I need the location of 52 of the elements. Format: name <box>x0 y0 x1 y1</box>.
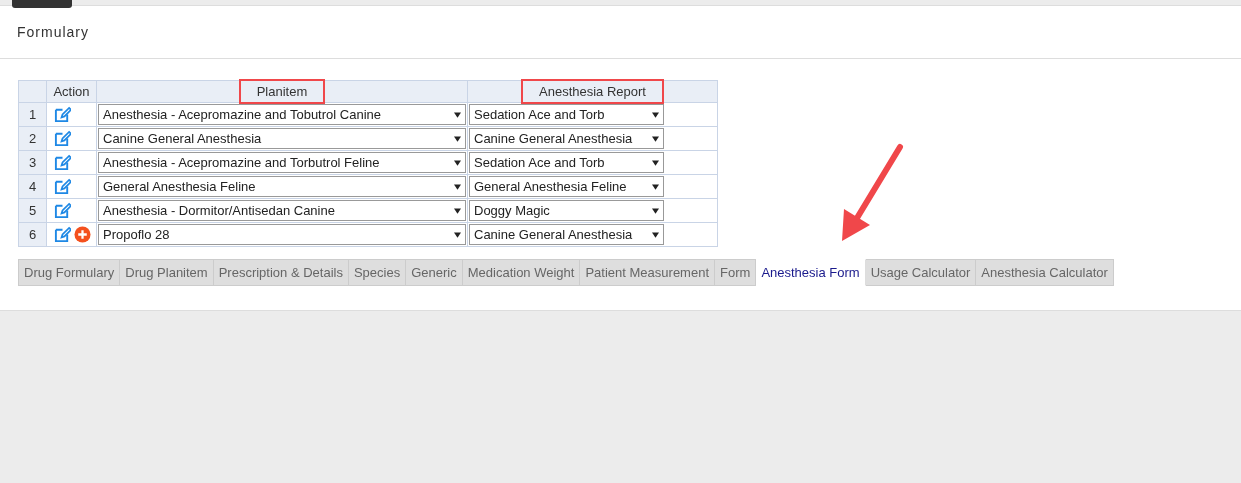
caret-icon <box>652 135 659 142</box>
caret-icon <box>454 183 461 190</box>
dropdown[interactable]: Canine General Anesthesia <box>469 128 664 149</box>
dropdown[interactable]: Doggy Magic <box>469 200 664 221</box>
dropdown[interactable]: Anesthesia - Acepromazine and Tobutrol Canine <box>98 104 466 125</box>
tab[interactable]: Form <box>715 259 757 286</box>
add-icon[interactable] <box>74 226 91 244</box>
tab[interactable]: Usage Calculator <box>865 259 977 286</box>
caret-icon <box>652 231 659 238</box>
caret-icon <box>652 207 659 214</box>
row-number: 2 <box>18 126 47 151</box>
dropdown[interactable]: Anesthesia - Acepromazine and Torbutrol Feline <box>98 152 466 173</box>
edit-icon[interactable] <box>54 154 71 172</box>
tab[interactable]: Medication Weight <box>462 259 581 286</box>
edit-icon[interactable] <box>54 202 71 220</box>
highlighted-column-header: Anesthesia Report <box>521 79 664 104</box>
dropdown[interactable]: Sedation Ace and Torb <box>469 104 664 125</box>
row-number: 3 <box>18 150 47 175</box>
tooltip <box>12 0 72 8</box>
dropdown[interactable]: Canine General Anesthesia <box>98 128 466 149</box>
highlighted-column-header: Planitem <box>238 79 326 104</box>
caret-icon <box>454 135 461 142</box>
row-number: 4 <box>18 174 47 199</box>
edit-icon[interactable] <box>54 130 71 148</box>
tab[interactable]: Prescription & Details <box>213 259 349 286</box>
caret-icon <box>454 207 461 214</box>
tab[interactable]: Drug Formulary <box>18 259 121 286</box>
tab[interactable]: Anesthesia Calculator <box>976 259 1114 286</box>
edit-icon[interactable] <box>54 226 71 244</box>
tab[interactable]: Generic <box>406 259 463 286</box>
tab[interactable]: Patient Measurement <box>580 259 716 286</box>
tab[interactable]: Species <box>348 259 407 286</box>
column-header: Action <box>46 80 97 103</box>
row-number: 5 <box>18 198 47 223</box>
dropdown[interactable]: Sedation Ace and Torb <box>469 152 664 173</box>
dropdown[interactable]: Canine General Anesthesia <box>469 224 664 245</box>
row-number: 1 <box>18 102 47 127</box>
dropdown[interactable]: Propoflo 28 <box>98 224 466 245</box>
edit-icon[interactable] <box>54 106 71 124</box>
caret-icon <box>454 111 461 118</box>
caret-icon <box>652 159 659 166</box>
dropdown[interactable]: General Anesthesia Feline <box>98 176 466 197</box>
edit-icon[interactable] <box>54 178 71 196</box>
caret-icon <box>454 159 461 166</box>
page-title: Formulary <box>17 24 89 40</box>
row-number: 6 <box>18 222 47 247</box>
dropdown[interactable]: General Anesthesia Feline <box>469 176 664 197</box>
caret-icon <box>652 183 659 190</box>
dropdown[interactable]: Anesthesia - Dormitor/Antisedan Canine <box>98 200 466 221</box>
caret-icon <box>652 111 659 118</box>
caret-icon <box>454 231 461 238</box>
tab[interactable]: Drug Planitem <box>120 259 214 286</box>
